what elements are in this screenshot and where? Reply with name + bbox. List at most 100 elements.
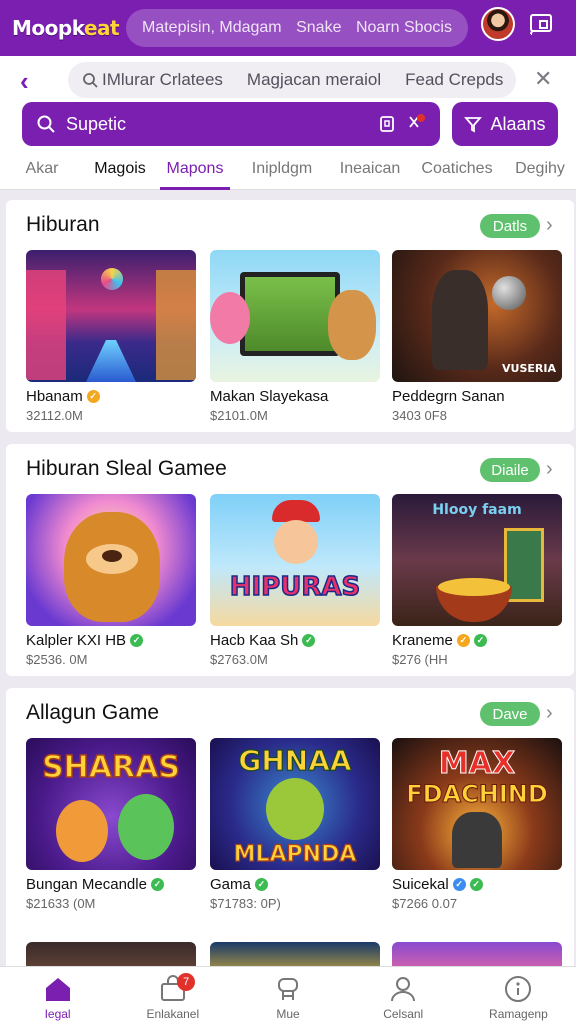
game-meta: $71783: 0P) [210, 896, 281, 911]
main-search-input[interactable]: Supetic [22, 102, 440, 146]
game-meta: $2101.0M [210, 408, 268, 423]
section-title: Hiburan Sleal Gamee [26, 457, 227, 480]
nav-item-games[interactable]: Mue [230, 967, 345, 1024]
tab-coatiches[interactable]: Coatiches [410, 152, 504, 190]
search-icon [37, 115, 55, 133]
bottom-navigation: Iegal 7 Enlakanel Mue Celsanl Ramagenp [0, 966, 576, 1024]
thumb-caption: HIPURAS [229, 571, 361, 603]
game-meta: $2536. 0M [26, 652, 88, 667]
section-details-button[interactable]: Diaile [480, 458, 540, 482]
game-title: Suicekal [392, 876, 449, 893]
filter-chip[interactable]: Magjacan meraiol [247, 70, 381, 90]
close-icon[interactable]: ✕ [534, 66, 552, 92]
game-thumbnail[interactable]: MAX FDACHIND [392, 738, 562, 870]
game-meta: $276 (HH [392, 652, 448, 667]
nav-label: Mue [276, 1007, 300, 1021]
game-card[interactable]: Kalpler KXI HB ✓ $2536. 0M [26, 494, 196, 667]
tab-magois[interactable]: Magois [84, 152, 156, 190]
back-chevron-icon[interactable]: ‹ [20, 66, 29, 97]
top-app-bar: Moopkeat Matepisin, Mdagam Snake Noarn S… [0, 0, 576, 56]
game-title: Makan Slayekasa [210, 388, 329, 405]
game-title: Gama [210, 876, 251, 893]
cast-icon[interactable] [528, 12, 554, 38]
game-thumbnail[interactable]: GHNAA MLAPNDA [210, 738, 380, 870]
section-allagun-game: Allagun Game Dave › SHARAS Bungan Mecand… [6, 688, 574, 978]
app-logo[interactable]: Moopkeat [12, 16, 120, 40]
game-card[interactable]: Hlooy faam Kraneme ✓ ✓ $276 (HH [392, 494, 562, 667]
game-card[interactable]: MAX FDACHIND Suicekal ✓ ✓ $7266 0.07 [392, 738, 562, 911]
game-card[interactable]: HIPURAS Hacb Kaa Sh ✓ $2763.0M [210, 494, 380, 667]
nav-label: Celsanl [383, 1007, 424, 1021]
thumb-caption: VUSERIA [502, 362, 556, 375]
verified-badge-icon: ✓ [456, 634, 470, 647]
game-card[interactable]: SHARAS Bungan Mecandle ✓ $21633 (0M [26, 738, 196, 911]
tab-inipldgm[interactable]: Inipldgm [234, 152, 330, 190]
category-tabs: Akar Magois Mapons Inipldgm Ineaican Coa… [0, 152, 576, 190]
top-search-right-text: Noarn Sbocis [355, 19, 452, 36]
home-icon [45, 978, 70, 1001]
thumb-caption: SHARAS [41, 749, 180, 786]
mic-icon[interactable] [404, 113, 426, 135]
game-meta: 32112.0M [26, 408, 83, 423]
nav-label: Enlakanel [146, 1007, 200, 1021]
game-meta: $7266 0.07 [392, 896, 458, 911]
game-thumbnail[interactable]: SHARAS [26, 738, 196, 870]
avatar[interactable] [481, 7, 515, 41]
tab-mapons[interactable]: Mapons [156, 152, 234, 190]
verified-badge-icon: ✓ [452, 878, 466, 891]
game-meta: 3403 0F8 [392, 408, 447, 423]
game-title: Kalpler KXI HB [26, 632, 127, 649]
game-thumbnail[interactable]: Hlooy faam [392, 494, 562, 626]
game-meta: $21633 (0M [26, 896, 96, 911]
game-title: Bungan Mecandle [26, 876, 147, 893]
game-card[interactable]: Hbanam ✓ 32112.0M [26, 250, 196, 423]
thumb-caption: FDACHIND [406, 780, 549, 809]
game-title: Hacb Kaa Sh [210, 632, 299, 649]
nav-item-home[interactable]: Iegal [0, 967, 115, 1024]
game-card[interactable]: GHNAA MLAPNDA Gama ✓ $71783: 0P) [210, 738, 380, 911]
game-thumbnail[interactable]: HIPURAS [210, 494, 380, 626]
filter-chips-bar[interactable]: IMlurar Crlatees Magjacan meraiol Fead C… [68, 62, 516, 98]
filter-chip[interactable]: Fead Crepds [405, 70, 503, 90]
alerts-button[interactable]: Alaans [452, 102, 558, 146]
chevron-right-icon[interactable]: › [546, 458, 553, 481]
filter-search-panel: ‹ IMlurar Crlatees Magjacan meraiol Fead… [0, 56, 576, 190]
game-title: Peddegrn Sanan [392, 388, 505, 405]
section-title: Allagun Game [26, 701, 160, 724]
verified-badge-icon: ✓ [150, 878, 164, 891]
tab-degihy[interactable]: Degihy [504, 152, 576, 190]
nav-label: Iegal [44, 1007, 71, 1021]
filter-chip[interactable]: IMlurar Crlatees [82, 70, 223, 90]
verified-badge-icon: ✓ [86, 390, 100, 403]
notification-badge: 7 [177, 973, 196, 991]
top-search-left-text: Matepisin, Mdagam [142, 19, 282, 36]
tab-ineaican[interactable]: Ineaican [330, 152, 410, 190]
thumb-caption: MAX [438, 746, 516, 782]
section-title: Hiburan [26, 213, 100, 236]
verified-badge-icon: ✓ [473, 634, 487, 647]
top-search-bar[interactable]: Matepisin, Mdagam Snake Noarn Sbocis [126, 9, 468, 47]
game-thumbnail[interactable]: VUSERIA [392, 250, 562, 382]
verified-badge-icon: ✓ [254, 878, 268, 891]
thumb-caption: MLAPNDA [233, 841, 357, 867]
top-search-middle-text: Snake [296, 19, 342, 36]
chevron-right-icon[interactable]: › [546, 214, 553, 237]
game-thumbnail[interactable] [26, 494, 196, 626]
search-icon [83, 73, 98, 88]
game-card[interactable]: Makan Slayekasa $2101.0M [210, 250, 380, 423]
section-details-button[interactable]: Datls [480, 214, 540, 238]
nav-item-store[interactable]: 7 Enlakanel [115, 967, 230, 1024]
clipboard-icon[interactable] [378, 115, 396, 133]
nav-label: Ramagenp [489, 1007, 548, 1021]
nav-item-more[interactable]: Ramagenp [461, 967, 576, 1024]
chevron-right-icon[interactable]: › [546, 702, 553, 725]
nav-item-profile[interactable]: Celsanl [346, 967, 461, 1024]
section-hiburan: Hiburan Datls › Hbanam ✓ 32112.0M Makan S… [6, 200, 574, 432]
thumb-caption: GHNAA [238, 743, 352, 777]
tab-akar[interactable]: Akar [0, 152, 84, 190]
game-title: Hbanam [26, 388, 83, 405]
section-details-button[interactable]: Dave [480, 702, 540, 726]
game-thumbnail[interactable] [210, 250, 380, 382]
game-card[interactable]: VUSERIA Peddegrn Sanan 3403 0F8 [392, 250, 562, 423]
game-thumbnail[interactable] [26, 250, 196, 382]
